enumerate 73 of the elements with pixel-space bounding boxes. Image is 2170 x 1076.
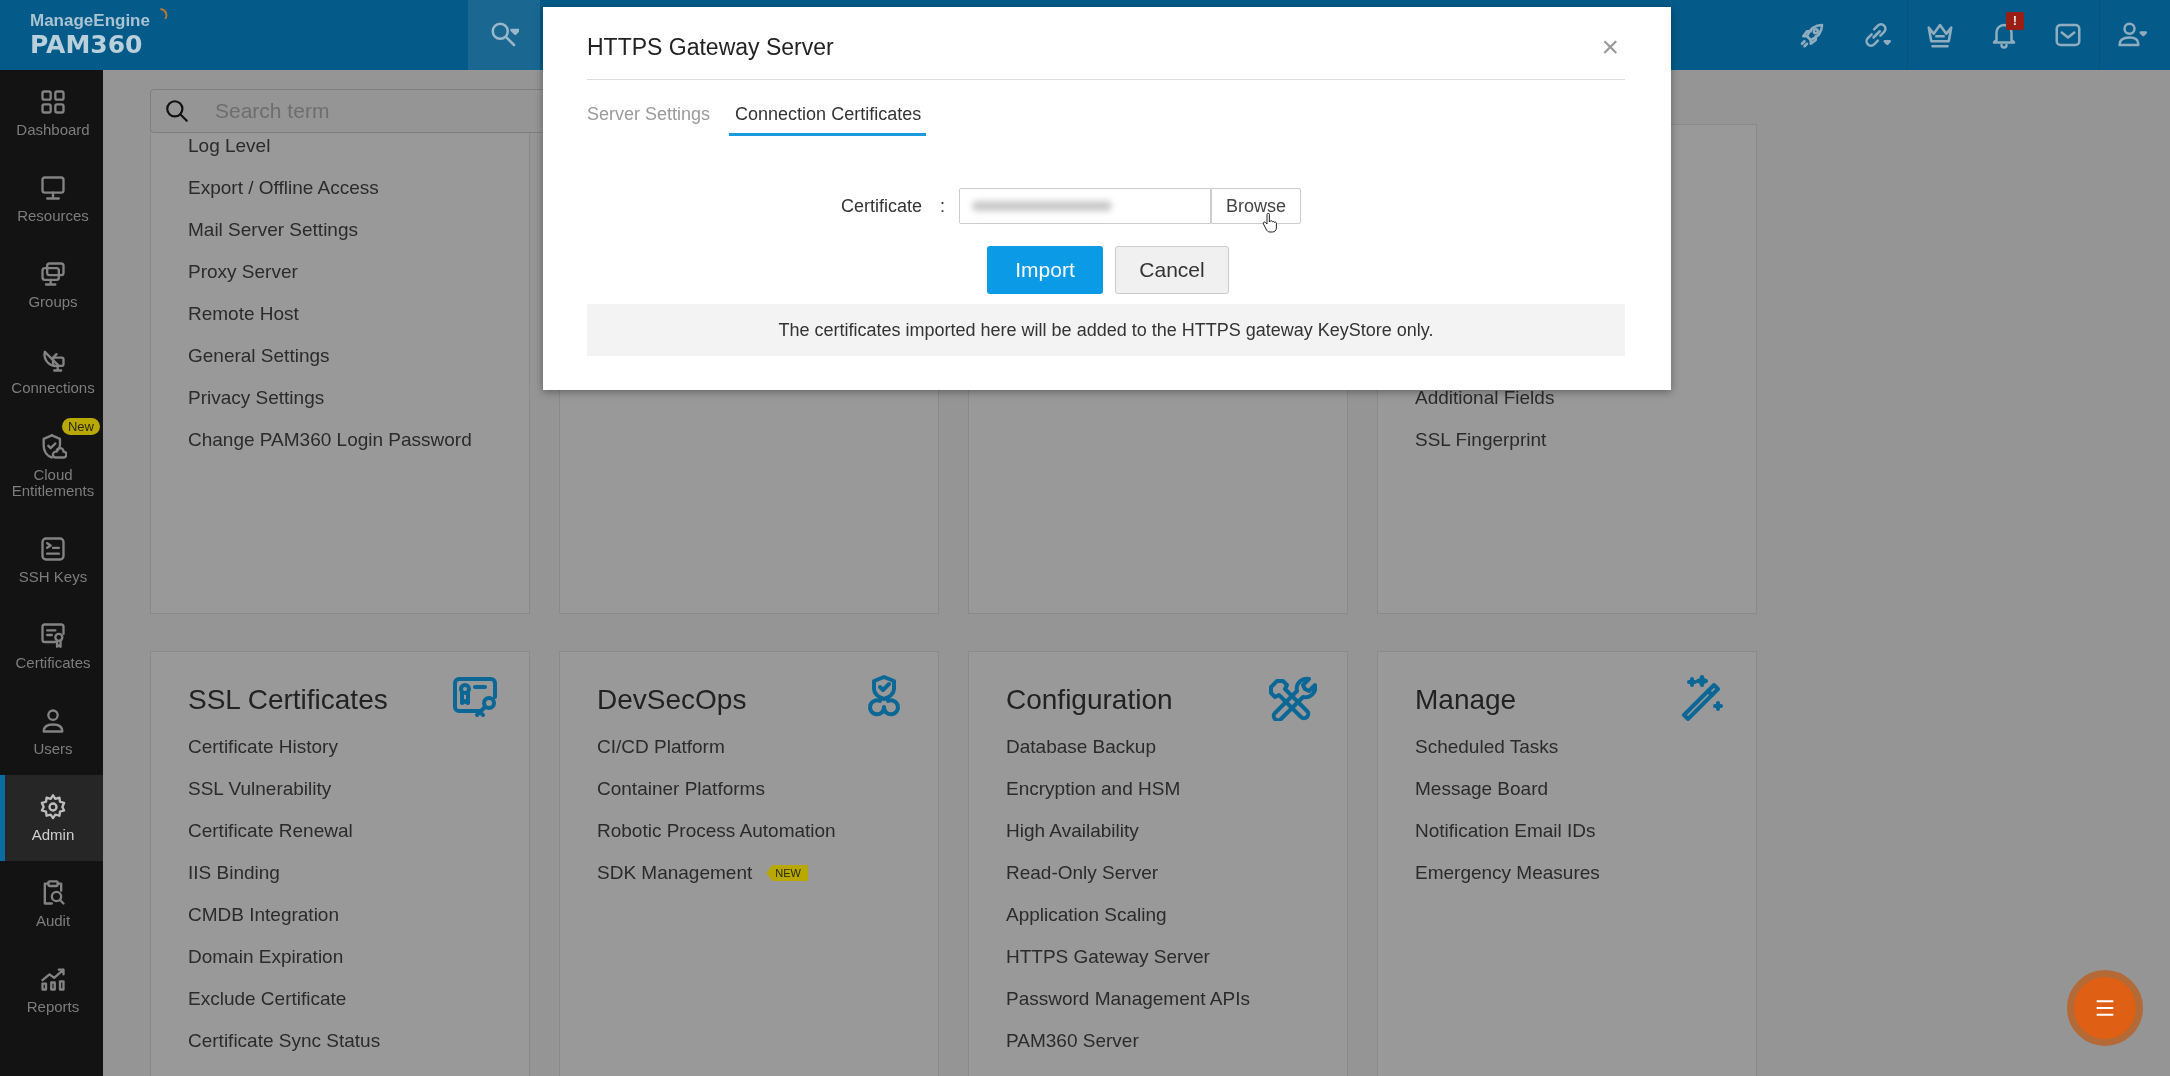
certificate-icon <box>39 621 67 649</box>
sidebar-item[interactable]: Dashboard <box>0 70 103 156</box>
settings-link[interactable]: Certificate History <box>188 736 338 758</box>
new-badge: New <box>62 418 100 435</box>
settings-link[interactable]: PAM360 Server <box>1006 1030 1139 1052</box>
monitor-icon <box>39 174 67 202</box>
card-title: Configuration <box>1006 684 1173 716</box>
settings-link[interactable]: Encryption and HSM <box>1006 778 1181 800</box>
sidebar-item[interactable]: New Cloud Entitlements <box>0 414 103 517</box>
settings-link[interactable]: IIS Binding <box>188 862 280 884</box>
settings-link[interactable]: Notification Email IDs <box>1415 820 1596 842</box>
settings-link[interactable]: Read-Only Server <box>1006 862 1159 884</box>
settings-link[interactable]: High Availability <box>1006 820 1139 842</box>
settings-link[interactable]: Remote Host <box>188 303 299 325</box>
terminal-icon <box>39 535 67 563</box>
stacked-windows-icon <box>39 260 67 288</box>
separator: : <box>940 195 945 217</box>
settings-link[interactable]: SDK Management <box>597 862 753 884</box>
sidebar-item[interactable]: Certificates <box>0 603 103 689</box>
settings-link[interactable]: Certificate Renewal <box>188 820 353 842</box>
sidebar-item[interactable]: Connections <box>0 328 103 414</box>
sidebar-item[interactable]: Audit <box>0 861 103 947</box>
sidebar-item[interactable]: Reports <box>0 947 103 1033</box>
dialog-title: HTTPS Gateway Server <box>587 33 834 61</box>
settings-link[interactable]: SSL Vulnerability <box>188 778 332 800</box>
settings-link[interactable]: Scheduled Tasks <box>1415 736 1559 758</box>
settings-link[interactable]: CI/CD Platform <box>597 736 725 758</box>
grid-icon <box>39 88 67 116</box>
info-note: The certificates imported here will be added to the HTTPS gateway KeyStore only. <box>587 304 1625 356</box>
tab[interactable]: Server Settings <box>587 98 716 136</box>
settings-link[interactable]: Message Board <box>1415 778 1549 800</box>
cancel-button[interactable]: Cancel <box>1115 246 1229 294</box>
card-title: SSL Certificates <box>188 684 388 716</box>
bell-button[interactable]: ! <box>1972 0 2036 70</box>
sidebar-item[interactable]: Groups <box>0 242 103 328</box>
field-label: Certificate <box>840 195 922 217</box>
close-button[interactable]: × <box>1595 32 1625 62</box>
settings-link[interactable]: Change PAM360 Login Password <box>188 429 472 451</box>
bar-chart-icon <box>39 965 67 993</box>
search-toggle[interactable] <box>468 0 540 70</box>
settings-link[interactable]: Exclude Certificate <box>188 988 347 1010</box>
new-badge: NEW <box>766 865 808 881</box>
sidebar-item[interactable]: Users <box>0 689 103 775</box>
logo[interactable]: ManageEngine PAM360 <box>0 0 468 70</box>
settings-link[interactable]: SSL Fingerprint <box>1415 429 1547 451</box>
settings-link[interactable]: Proxy Server <box>188 261 298 283</box>
settings-link[interactable]: Log Level <box>188 135 271 157</box>
settings-link[interactable]: Additional Fields <box>1415 387 1555 409</box>
settings-link[interactable]: Certificate Sync Status <box>188 1030 381 1052</box>
settings-link[interactable]: General Settings <box>188 345 330 367</box>
hand-cursor-icon <box>1262 213 1278 233</box>
card-title: DevSecOps <box>597 684 747 716</box>
card-title: Manage <box>1415 684 1517 716</box>
import-button[interactable]: Import <box>987 246 1103 294</box>
alert-badge: ! <box>2006 12 2024 30</box>
sidebar-item[interactable]: Resources <box>0 156 103 242</box>
settings-link[interactable]: Privacy Settings <box>188 387 325 409</box>
settings-link[interactable]: Database Backup <box>1006 736 1156 758</box>
tab[interactable]: Connection Certificates <box>729 98 927 136</box>
settings-link[interactable]: Password Management APIs <box>1006 988 1250 1010</box>
file-field[interactable] <box>959 188 1211 224</box>
settings-link[interactable]: Domain Expiration <box>188 946 344 968</box>
settings-link[interactable]: HTTPS Gateway Server <box>1006 946 1210 968</box>
sidebar-item[interactable]: Admin <box>0 775 103 861</box>
settings-link[interactable]: Emergency Measures <box>1415 862 1600 884</box>
settings-link[interactable]: Container Platforms <box>597 778 765 800</box>
settings-link[interactable]: Mail Server Settings <box>188 219 358 241</box>
settings-link[interactable]: Export / Offline Access <box>188 177 379 199</box>
settings-link[interactable]: Application Scaling <box>1006 904 1167 926</box>
settings-link[interactable]: CMDB Integration <box>188 904 339 926</box>
settings-icon <box>39 793 67 821</box>
settings-link[interactable]: Robotic Process Automation <box>597 820 836 842</box>
sidebar-item[interactable]: SSH Keys <box>0 517 103 603</box>
